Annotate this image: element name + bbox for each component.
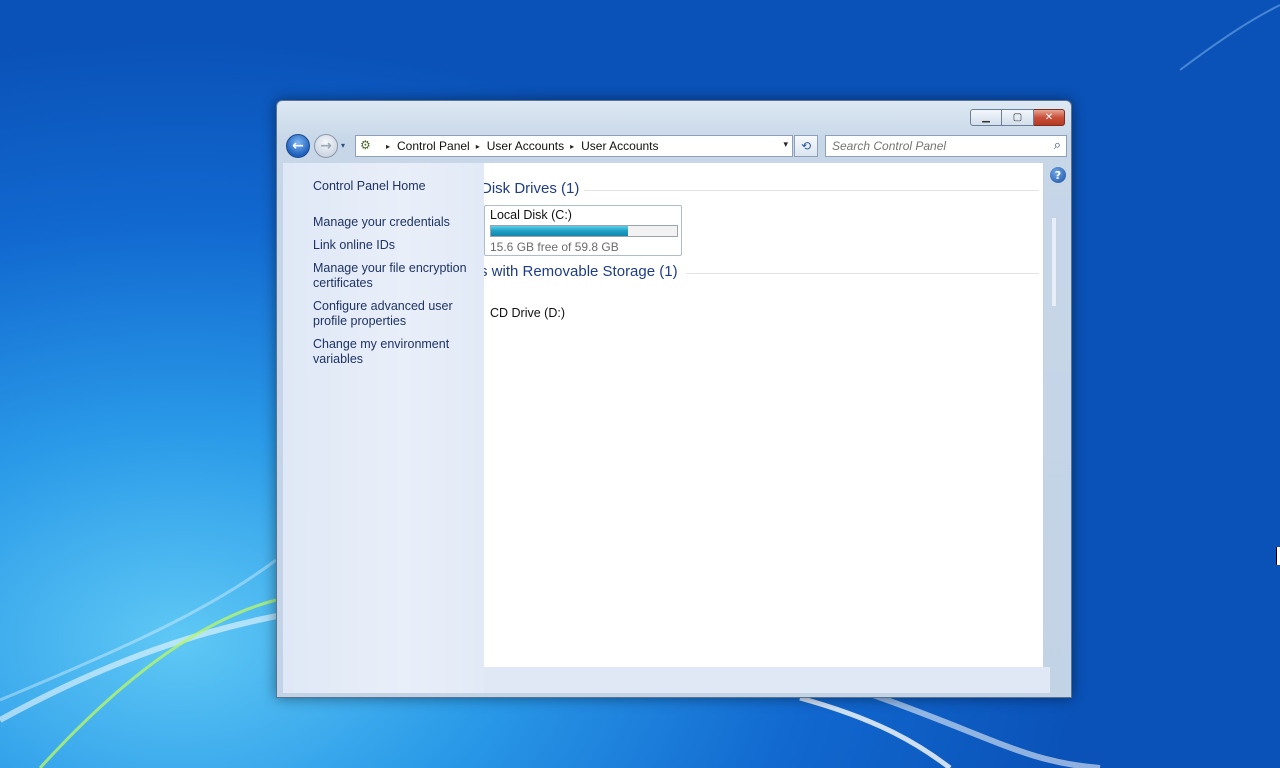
group-divider <box>686 273 1039 274</box>
control-panel-window: ▁ ▢ ✕ ← → ▾ ⚙ ▸ Control Panel ▸ User Acc… <box>276 100 1072 698</box>
refresh-icon: ⟲ <box>800 139 812 153</box>
local-disk-free-space: 15.6 GB free of 59.8 GB <box>490 240 619 254</box>
environment-variables-link[interactable]: Change my environment variables <box>313 337 473 367</box>
search-input[interactable] <box>826 136 1036 156</box>
breadcrumb-separator-icon[interactable]: ▸ <box>386 142 390 151</box>
disk-usage-fill <box>491 226 629 236</box>
tasks-pane: Control Panel Home Manage your credentia… <box>283 163 484 693</box>
address-dropdown-icon[interactable]: ▾ <box>783 140 788 150</box>
removable-storage-group-heading[interactable]: s with Removable Storage (1) <box>484 263 678 280</box>
breadcrumb-control-panel[interactable]: Control Panel <box>397 139 470 153</box>
search-icon[interactable]: ⌕ <box>1054 138 1061 153</box>
local-disk-name: Local Disk (C:) <box>490 208 572 222</box>
caption-buttons: ▁ ▢ ✕ <box>970 109 1065 126</box>
maximize-button[interactable]: ▢ <box>1002 109 1034 126</box>
group-divider <box>584 190 1039 191</box>
file-encryption-certificates-link[interactable]: Manage your file encryption certificates <box>313 261 473 291</box>
drives-content-pane: Disk Drives (1) Local Disk (C:) 15.6 GB … <box>484 163 1044 667</box>
disk-usage-bar <box>490 225 678 237</box>
link-online-ids-link[interactable]: Link online IDs <box>313 238 473 253</box>
mouse-cursor <box>1276 547 1280 565</box>
breadcrumb-separator-icon[interactable]: ▸ <box>570 142 574 151</box>
details-pane-strip <box>484 667 1050 693</box>
breadcrumb-separator-icon[interactable]: ▸ <box>476 142 480 151</box>
breadcrumb-user-accounts-current[interactable]: User Accounts <box>581 139 658 153</box>
back-arrow-icon: ← <box>292 138 304 154</box>
close-button[interactable]: ✕ <box>1034 109 1065 126</box>
local-disk-c-tile[interactable]: Local Disk (C:) 15.6 GB free of 59.8 GB <box>484 205 682 256</box>
control-panel-icon: ⚙ <box>360 138 371 152</box>
right-edge-strip <box>1051 217 1057 307</box>
hard-disk-group-heading[interactable]: Disk Drives (1) <box>484 180 579 197</box>
recent-pages-dropdown[interactable]: ▾ <box>341 141 345 150</box>
back-button[interactable]: ← <box>286 134 310 158</box>
breadcrumb-user-accounts[interactable]: User Accounts <box>487 139 564 153</box>
minimize-button[interactable]: ▁ <box>970 109 1002 126</box>
forward-arrow-icon: → <box>320 138 332 154</box>
cd-drive-d-item[interactable]: CD Drive (D:) <box>490 306 565 320</box>
search-box[interactable]: ⌕ <box>825 135 1067 157</box>
advanced-profile-properties-link[interactable]: Configure advanced user profile properti… <box>313 299 473 329</box>
forward-button[interactable]: → <box>314 134 338 158</box>
manage-credentials-link[interactable]: Manage your credentials <box>313 215 473 230</box>
address-bar[interactable]: ⚙ ▸ Control Panel ▸ User Accounts ▸ User… <box>355 135 793 157</box>
control-panel-home-link[interactable]: Control Panel Home <box>313 179 473 194</box>
refresh-button[interactable]: ⟲ <box>794 135 818 157</box>
help-icon[interactable]: ? <box>1050 167 1066 183</box>
